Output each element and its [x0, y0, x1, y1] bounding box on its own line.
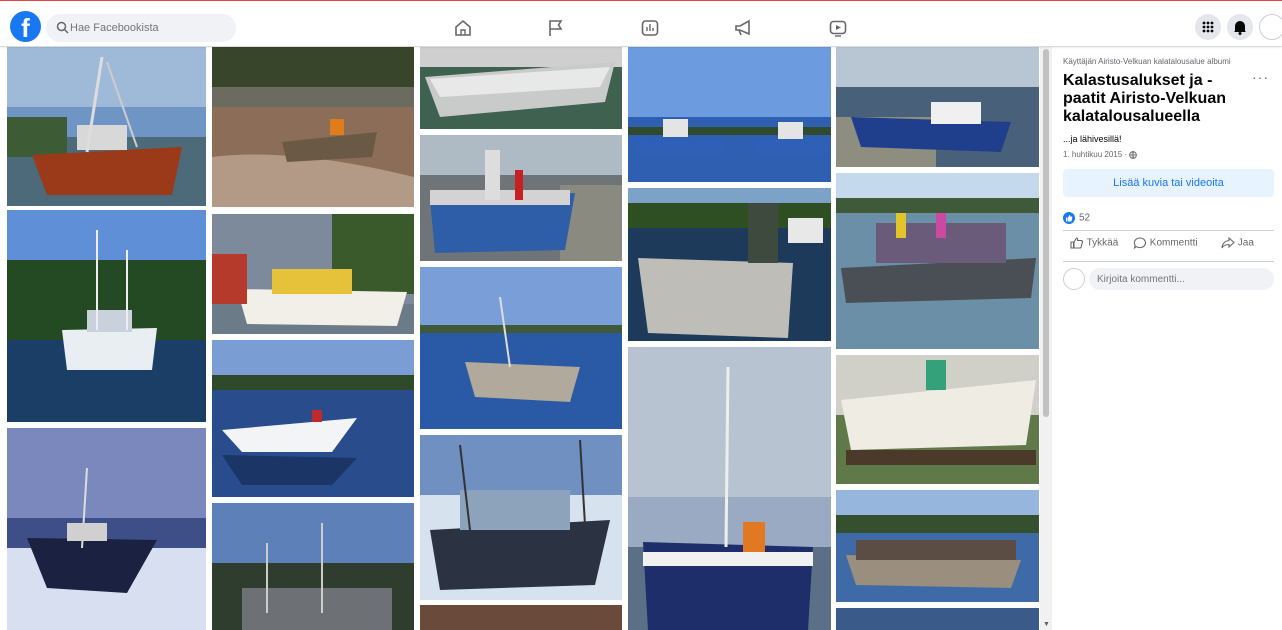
photo-motorboat-wake[interactable] — [212, 47, 414, 207]
photo-landing-craft[interactable] — [628, 188, 831, 341]
gaming-icon[interactable] — [640, 18, 660, 38]
account-avatar[interactable] — [1259, 14, 1282, 40]
divider — [1063, 230, 1274, 231]
comment-button[interactable]: Kommentti — [1133, 237, 1198, 250]
top-bar: f — [0, 0, 1282, 46]
share-button[interactable]: Jaa — [1221, 236, 1254, 249]
photo-rust-trawler[interactable] — [7, 47, 206, 206]
home-icon[interactable] — [453, 18, 473, 38]
photo-birds-trawler[interactable] — [212, 503, 414, 630]
like-summary[interactable]: 52 — [1063, 212, 1090, 224]
photo-boat-crane[interactable] — [420, 135, 622, 261]
like-button[interactable]: Tykkää — [1070, 237, 1118, 249]
photo-gallery — [0, 47, 1040, 630]
photo-aluminium-boat[interactable] — [420, 47, 622, 129]
notifications-button[interactable] — [1227, 14, 1253, 40]
menu-button[interactable] — [1195, 14, 1221, 40]
photo-people-barge[interactable] — [836, 173, 1039, 349]
album-info-panel: Käyttäjän Airisto-Velkuan kalatalousalue… — [1052, 47, 1282, 630]
photo-white-yellow-boat[interactable] — [212, 214, 414, 334]
like-reaction-icon — [1063, 212, 1075, 224]
photo-blue-workboat[interactable] — [836, 47, 1039, 167]
search-box[interactable] — [46, 14, 236, 42]
album-title: Kalastusalukset ja -paatit Airisto-Velku… — [1063, 72, 1226, 125]
facebook-logo[interactable]: f — [10, 11, 41, 42]
photo-white-speedboat[interactable] — [212, 340, 414, 497]
comment-label: Kommentti — [1149, 237, 1198, 249]
gallery-scrollbar[interactable]: ▼ — [1040, 47, 1052, 630]
album-date: 1. huhtikuu 2015 · — [1063, 150, 1138, 159]
photo-ice-trawler[interactable] — [7, 428, 206, 630]
search-icon — [56, 21, 69, 34]
share-icon — [1221, 236, 1235, 249]
megaphone-icon[interactable] — [733, 18, 753, 38]
like-label: Tykkää — [1086, 237, 1119, 249]
globe-icon — [1129, 151, 1138, 159]
date-text: 1. huhtikuu 2015 · — [1063, 150, 1130, 159]
photo-small-boats[interactable] — [836, 490, 1039, 602]
photo-blue-boats-pair[interactable] — [628, 47, 831, 182]
scroll-down-icon[interactable]: ▼ — [1043, 621, 1050, 628]
menu-grid-icon — [1202, 21, 1214, 33]
photo-white-trawler[interactable] — [7, 210, 206, 422]
like-count: 52 — [1079, 212, 1091, 224]
scrollbar-thumb[interactable] — [1043, 49, 1049, 417]
photo-boat-trailer[interactable] — [836, 355, 1039, 484]
action-bar: Tykkää Kommentti Jaa — [1063, 233, 1274, 259]
photo-frozen-trawler[interactable] — [420, 435, 622, 600]
album-description: ...ja lähivesillä! — [1063, 134, 1122, 144]
thumbs-up-icon — [1070, 237, 1083, 249]
divider — [1063, 261, 1274, 262]
photo-blue-trawler[interactable] — [628, 347, 831, 630]
photo-open-boat[interactable] — [420, 267, 622, 429]
comment-icon — [1133, 237, 1146, 250]
photo-cropped[interactable] — [420, 605, 622, 630]
flag-icon[interactable] — [546, 18, 566, 38]
album-breadcrumb[interactable]: Käyttäjän Airisto-Velkuan kalatalousalue… — [1063, 57, 1263, 66]
more-options-icon[interactable]: ··· — [1252, 69, 1269, 85]
add-photos-button[interactable]: Lisää kuvia tai videoita — [1063, 169, 1274, 197]
photo-cropped-2[interactable] — [836, 608, 1039, 630]
search-input[interactable] — [70, 14, 230, 42]
share-label: Jaa — [1237, 237, 1254, 249]
commenter-avatar[interactable] — [1063, 268, 1085, 290]
video-icon[interactable] — [828, 18, 848, 38]
comment-input[interactable] — [1089, 268, 1274, 290]
notifications-icon — [1234, 21, 1246, 35]
